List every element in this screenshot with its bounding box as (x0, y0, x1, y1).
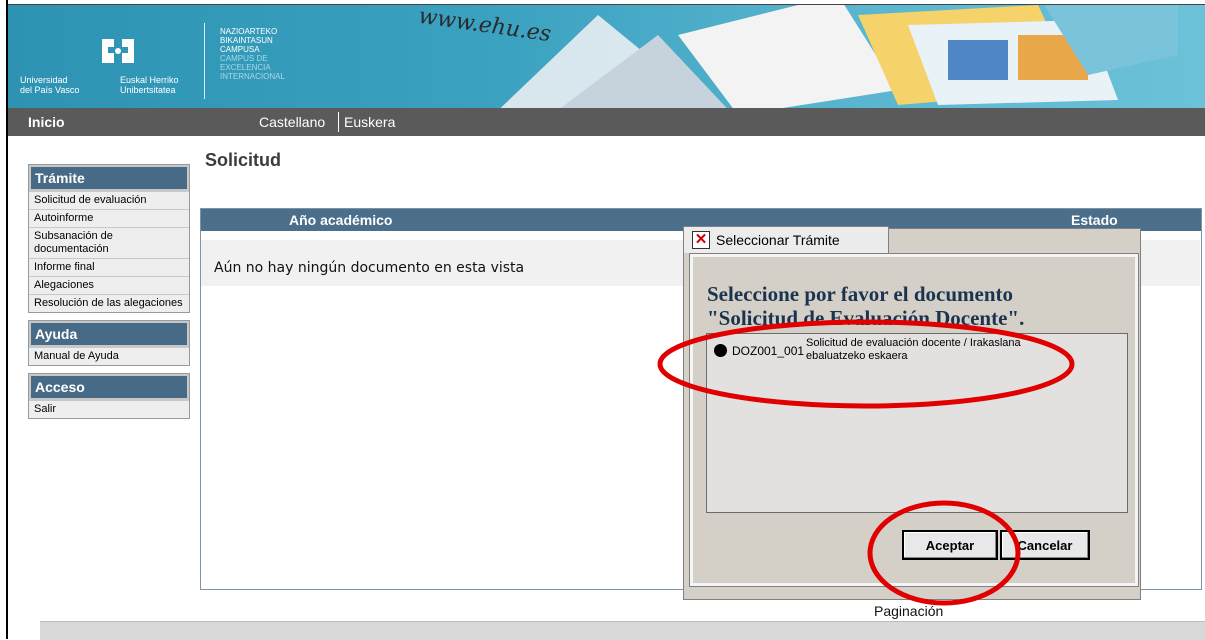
university-logo[interactable]: Universidad del País Vasco Euskal Herrik… (20, 15, 210, 99)
sidebar-section-title: Ayuda (29, 321, 189, 347)
sidebar-item-manual[interactable]: Manual de Ayuda (29, 347, 189, 365)
cancel-button[interactable]: Cancelar (1000, 530, 1090, 560)
column-header-year[interactable]: Año académico (289, 212, 392, 228)
header-decoration-papers (499, 5, 1178, 109)
dialog-heading: Seleccione por favor el documento "Solic… (707, 282, 1024, 330)
option-label[interactable]: Solicitud de evaluación docente / Irakas… (806, 337, 1036, 363)
campus-line: EXCELENCIA (220, 63, 271, 72)
university-emblem-icon (102, 39, 134, 63)
top-navbar: Inicio Castellano Euskera (8, 108, 1205, 136)
header-banner: Universidad del País Vasco Euskal Herrik… (8, 4, 1205, 109)
sidebar-item-salir[interactable]: Salir (29, 400, 189, 418)
sidebar-item-informe-final[interactable]: Informe final (29, 258, 189, 276)
sidebar-item-solicitud[interactable]: Solicitud de evaluación (29, 191, 189, 209)
nav-home-link[interactable]: Inicio (28, 114, 65, 130)
empty-table-message: Aún no hay ningún documento en esta vist… (214, 260, 525, 276)
dialog-heading-line: "Solicitud de Evaluación Docente". (707, 306, 1025, 330)
logo-text-eu: Euskal Herriko Unibertsitatea (120, 75, 179, 95)
sidebar-item-subsanacion[interactable]: Subsanación de documentación (29, 227, 189, 258)
close-icon[interactable]: ✕ (692, 231, 710, 249)
option-code[interactable]: DOZ001_001 (732, 344, 804, 358)
page-title: Solicitud (205, 150, 281, 170)
campus-line: INTERNACIONAL (220, 72, 285, 81)
campus-line: NAZIOARTEKO (220, 27, 278, 36)
sidebar-section-tramite: Trámite Solicitud de evaluación Autoinfo… (28, 164, 190, 313)
footer-bar (40, 621, 1205, 640)
sidebar: Trámite Solicitud de evaluación Autoinfo… (28, 164, 190, 426)
lang-euskera-link[interactable]: Euskera (344, 114, 395, 130)
lang-castellano-link[interactable]: Castellano (259, 114, 325, 130)
logo-divider (204, 23, 205, 99)
accept-button[interactable]: Aceptar (902, 530, 998, 560)
campus-line: CAMPUS DE (220, 54, 268, 63)
campus-excellence-label: NAZIOARTEKO BIKAINTASUN CAMPUSA CAMPUS D… (220, 27, 285, 81)
sidebar-section-acceso: Acceso Salir (28, 373, 190, 419)
column-header-status[interactable]: Estado (1071, 212, 1118, 228)
radio-selected-icon[interactable] (714, 344, 727, 357)
sidebar-section-title: Acceso (29, 374, 189, 400)
dialog-titlebar[interactable]: ✕ Seleccionar Trámite (683, 226, 889, 253)
dialog-title: Seleccionar Trámite (716, 232, 840, 248)
sidebar-section-ayuda: Ayuda Manual de Ayuda (28, 320, 190, 366)
lang-divider (338, 112, 339, 132)
dialog-heading-line: Seleccione por favor el documento (707, 282, 1014, 306)
sidebar-item-alegaciones[interactable]: Alegaciones (29, 276, 189, 294)
logo-text-es: Universidad del País Vasco (20, 75, 80, 95)
sidebar-item-autoinforme[interactable]: Autoinforme (29, 209, 189, 227)
sidebar-item-resolucion[interactable]: Resolución de las alegaciones (29, 294, 189, 312)
sidebar-section-title: Trámite (29, 165, 189, 191)
campus-line: BIKAINTASUN (220, 36, 273, 45)
campus-line: CAMPUSA (220, 45, 260, 54)
pagination-label: Paginación (874, 603, 944, 619)
